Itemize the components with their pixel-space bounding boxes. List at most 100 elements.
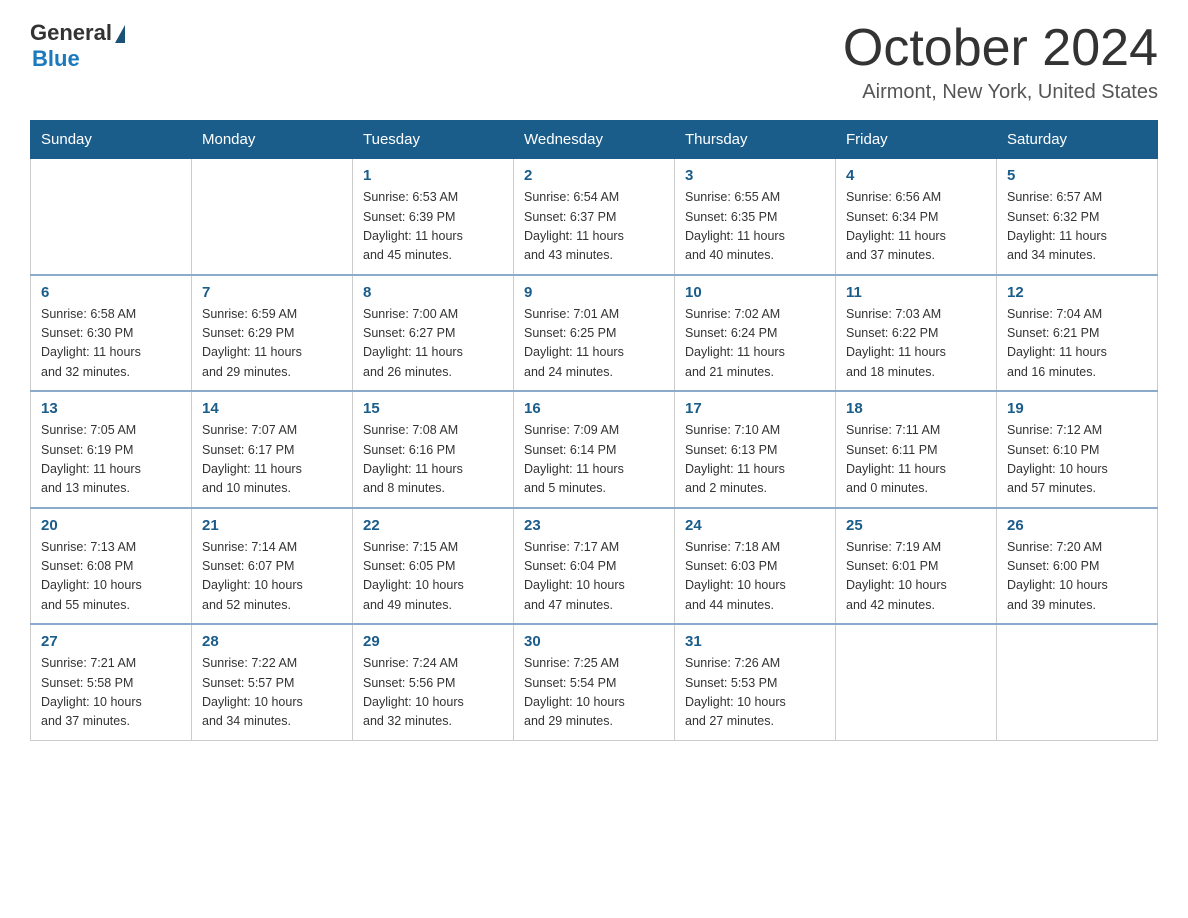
weekday-header-friday: Friday xyxy=(836,121,997,159)
day-number: 10 xyxy=(685,284,825,301)
month-title: October 2024 xyxy=(843,20,1158,77)
day-info: Sunrise: 7:24 AM Sunset: 5:56 PM Dayligh… xyxy=(363,654,503,732)
calendar-cell: 20 Sunrise: 7:13 AM Sunset: 6:08 PM Dayli… xyxy=(31,508,192,625)
day-info: Sunrise: 6:55 AM Sunset: 6:35 PM Dayligh… xyxy=(685,188,825,266)
day-info: Sunrise: 7:15 AM Sunset: 6:05 PM Dayligh… xyxy=(363,538,503,616)
calendar-cell: 31Sunrise: 7:26 AM Sunset: 5:53 PM Dayli… xyxy=(675,624,836,740)
calendar-cell: 15Sunrise: 7:08 AM Sunset: 6:16 PM Dayli… xyxy=(353,391,514,508)
day-number: 18 xyxy=(846,400,986,417)
day-info: Sunrise: 6:56 AM Sunset: 6:34 PM Dayligh… xyxy=(846,188,986,266)
day-info: Sunrise: 7:21 AM Sunset: 5:58 PM Dayligh… xyxy=(41,654,181,732)
day-info: Sunrise: 7:11 AM Sunset: 6:11 PM Dayligh… xyxy=(846,421,986,499)
calendar-cell: 14 Sunrise: 7:07 AM Sunset: 6:17 PM Dayli… xyxy=(192,391,353,508)
day-number: 3 xyxy=(685,167,825,184)
weekday-header-saturday: Saturday xyxy=(997,121,1158,159)
day-number: 4 xyxy=(846,167,986,184)
calendar-cell: 19 Sunrise: 7:12 AM Sunset: 6:10 PM Dayli… xyxy=(997,391,1158,508)
calendar-cell: 27 Sunrise: 7:21 AM Sunset: 5:58 PM Dayli… xyxy=(31,624,192,740)
day-info: Sunrise: 7:18 AM Sunset: 6:03 PM Dayligh… xyxy=(685,538,825,616)
day-info: Sunrise: 6:53 AM Sunset: 6:39 PM Dayligh… xyxy=(363,188,503,266)
calendar-cell: 8 Sunrise: 7:00 AM Sunset: 6:27 PM Daylig… xyxy=(353,275,514,392)
calendar-header-row: SundayMondayTuesdayWednesdayThursdayFrid… xyxy=(31,121,1158,159)
logo-triangle-icon xyxy=(115,25,125,43)
calendar-table: SundayMondayTuesdayWednesdayThursdayFrid… xyxy=(30,120,1158,741)
location-subtitle: Airmont, New York, United States xyxy=(843,81,1158,104)
calendar-week-row: 27 Sunrise: 7:21 AM Sunset: 5:58 PM Dayli… xyxy=(31,624,1158,740)
weekday-header-tuesday: Tuesday xyxy=(353,121,514,159)
calendar-cell: 13 Sunrise: 7:05 AM Sunset: 6:19 PM Dayli… xyxy=(31,391,192,508)
day-info: Sunrise: 7:10 AM Sunset: 6:13 PM Dayligh… xyxy=(685,421,825,499)
day-number: 14 xyxy=(202,400,342,417)
calendar-cell: 25Sunrise: 7:19 AM Sunset: 6:01 PM Dayli… xyxy=(836,508,997,625)
day-info: Sunrise: 7:01 AM Sunset: 6:25 PM Dayligh… xyxy=(524,305,664,383)
calendar-cell: 17 Sunrise: 7:10 AM Sunset: 6:13 PM Dayli… xyxy=(675,391,836,508)
calendar-cell: 22 Sunrise: 7:15 AM Sunset: 6:05 PM Dayli… xyxy=(353,508,514,625)
day-info: Sunrise: 7:19 AM Sunset: 6:01 PM Dayligh… xyxy=(846,538,986,616)
day-number: 17 xyxy=(685,400,825,417)
day-number: 27 xyxy=(41,633,181,650)
day-info: Sunrise: 7:17 AM Sunset: 6:04 PM Dayligh… xyxy=(524,538,664,616)
calendar-cell: 30 Sunrise: 7:25 AM Sunset: 5:54 PM Dayli… xyxy=(514,624,675,740)
calendar-cell: 24 Sunrise: 7:18 AM Sunset: 6:03 PM Dayli… xyxy=(675,508,836,625)
calendar-week-row: 6Sunrise: 6:58 AM Sunset: 6:30 PM Daylig… xyxy=(31,275,1158,392)
logo-blue-text: Blue xyxy=(32,46,80,72)
calendar-cell: 6Sunrise: 6:58 AM Sunset: 6:30 PM Daylig… xyxy=(31,275,192,392)
day-number: 20 xyxy=(41,517,181,534)
calendar-cell: 4 Sunrise: 6:56 AM Sunset: 6:34 PM Daylig… xyxy=(836,159,997,275)
calendar-cell: 3 Sunrise: 6:55 AM Sunset: 6:35 PM Daylig… xyxy=(675,159,836,275)
day-info: Sunrise: 6:58 AM Sunset: 6:30 PM Dayligh… xyxy=(41,305,181,383)
calendar-cell: 21 Sunrise: 7:14 AM Sunset: 6:07 PM Dayli… xyxy=(192,508,353,625)
calendar-week-row: 13 Sunrise: 7:05 AM Sunset: 6:19 PM Dayli… xyxy=(31,391,1158,508)
calendar-cell: 18 Sunrise: 7:11 AM Sunset: 6:11 PM Dayli… xyxy=(836,391,997,508)
day-number: 22 xyxy=(363,517,503,534)
day-number: 24 xyxy=(685,517,825,534)
page-header: General Blue October 2024 Airmont, New Y… xyxy=(30,20,1158,104)
calendar-week-row: 20 Sunrise: 7:13 AM Sunset: 6:08 PM Dayli… xyxy=(31,508,1158,625)
calendar-cell: 9 Sunrise: 7:01 AM Sunset: 6:25 PM Daylig… xyxy=(514,275,675,392)
day-info: Sunrise: 7:12 AM Sunset: 6:10 PM Dayligh… xyxy=(1007,421,1147,499)
day-info: Sunrise: 7:26 AM Sunset: 5:53 PM Dayligh… xyxy=(685,654,825,732)
day-number: 9 xyxy=(524,284,664,301)
calendar-cell: 2 Sunrise: 6:54 AM Sunset: 6:37 PM Daylig… xyxy=(514,159,675,275)
day-number: 19 xyxy=(1007,400,1147,417)
day-info: Sunrise: 6:54 AM Sunset: 6:37 PM Dayligh… xyxy=(524,188,664,266)
day-number: 13 xyxy=(41,400,181,417)
day-info: Sunrise: 7:09 AM Sunset: 6:14 PM Dayligh… xyxy=(524,421,664,499)
day-info: Sunrise: 7:02 AM Sunset: 6:24 PM Dayligh… xyxy=(685,305,825,383)
day-info: Sunrise: 6:59 AM Sunset: 6:29 PM Dayligh… xyxy=(202,305,342,383)
day-number: 26 xyxy=(1007,517,1147,534)
calendar-cell xyxy=(836,624,997,740)
day-number: 29 xyxy=(363,633,503,650)
calendar-cell: 1Sunrise: 6:53 AM Sunset: 6:39 PM Daylig… xyxy=(353,159,514,275)
calendar-cell: 5Sunrise: 6:57 AM Sunset: 6:32 PM Daylig… xyxy=(997,159,1158,275)
title-section: October 2024 Airmont, New York, United S… xyxy=(843,20,1158,104)
calendar-cell: 26Sunrise: 7:20 AM Sunset: 6:00 PM Dayli… xyxy=(997,508,1158,625)
weekday-header-wednesday: Wednesday xyxy=(514,121,675,159)
day-info: Sunrise: 7:05 AM Sunset: 6:19 PM Dayligh… xyxy=(41,421,181,499)
day-info: Sunrise: 7:03 AM Sunset: 6:22 PM Dayligh… xyxy=(846,305,986,383)
day-info: Sunrise: 7:04 AM Sunset: 6:21 PM Dayligh… xyxy=(1007,305,1147,383)
day-info: Sunrise: 7:14 AM Sunset: 6:07 PM Dayligh… xyxy=(202,538,342,616)
calendar-cell: 10 Sunrise: 7:02 AM Sunset: 6:24 PM Dayli… xyxy=(675,275,836,392)
day-info: Sunrise: 7:08 AM Sunset: 6:16 PM Dayligh… xyxy=(363,421,503,499)
day-info: Sunrise: 7:25 AM Sunset: 5:54 PM Dayligh… xyxy=(524,654,664,732)
day-number: 12 xyxy=(1007,284,1147,301)
day-info: Sunrise: 7:07 AM Sunset: 6:17 PM Dayligh… xyxy=(202,421,342,499)
day-number: 8 xyxy=(363,284,503,301)
logo-general-text: General xyxy=(30,20,112,46)
day-info: Sunrise: 7:22 AM Sunset: 5:57 PM Dayligh… xyxy=(202,654,342,732)
calendar-cell: 28 Sunrise: 7:22 AM Sunset: 5:57 PM Dayli… xyxy=(192,624,353,740)
day-number: 11 xyxy=(846,284,986,301)
day-number: 30 xyxy=(524,633,664,650)
day-number: 28 xyxy=(202,633,342,650)
calendar-week-row: 1Sunrise: 6:53 AM Sunset: 6:39 PM Daylig… xyxy=(31,159,1158,275)
day-number: 21 xyxy=(202,517,342,534)
day-info: Sunrise: 7:00 AM Sunset: 6:27 PM Dayligh… xyxy=(363,305,503,383)
calendar-cell xyxy=(192,159,353,275)
day-info: Sunrise: 7:13 AM Sunset: 6:08 PM Dayligh… xyxy=(41,538,181,616)
weekday-header-sunday: Sunday xyxy=(31,121,192,159)
calendar-cell: 12 Sunrise: 7:04 AM Sunset: 6:21 PM Dayli… xyxy=(997,275,1158,392)
day-info: Sunrise: 6:57 AM Sunset: 6:32 PM Dayligh… xyxy=(1007,188,1147,266)
weekday-header-thursday: Thursday xyxy=(675,121,836,159)
day-number: 2 xyxy=(524,167,664,184)
